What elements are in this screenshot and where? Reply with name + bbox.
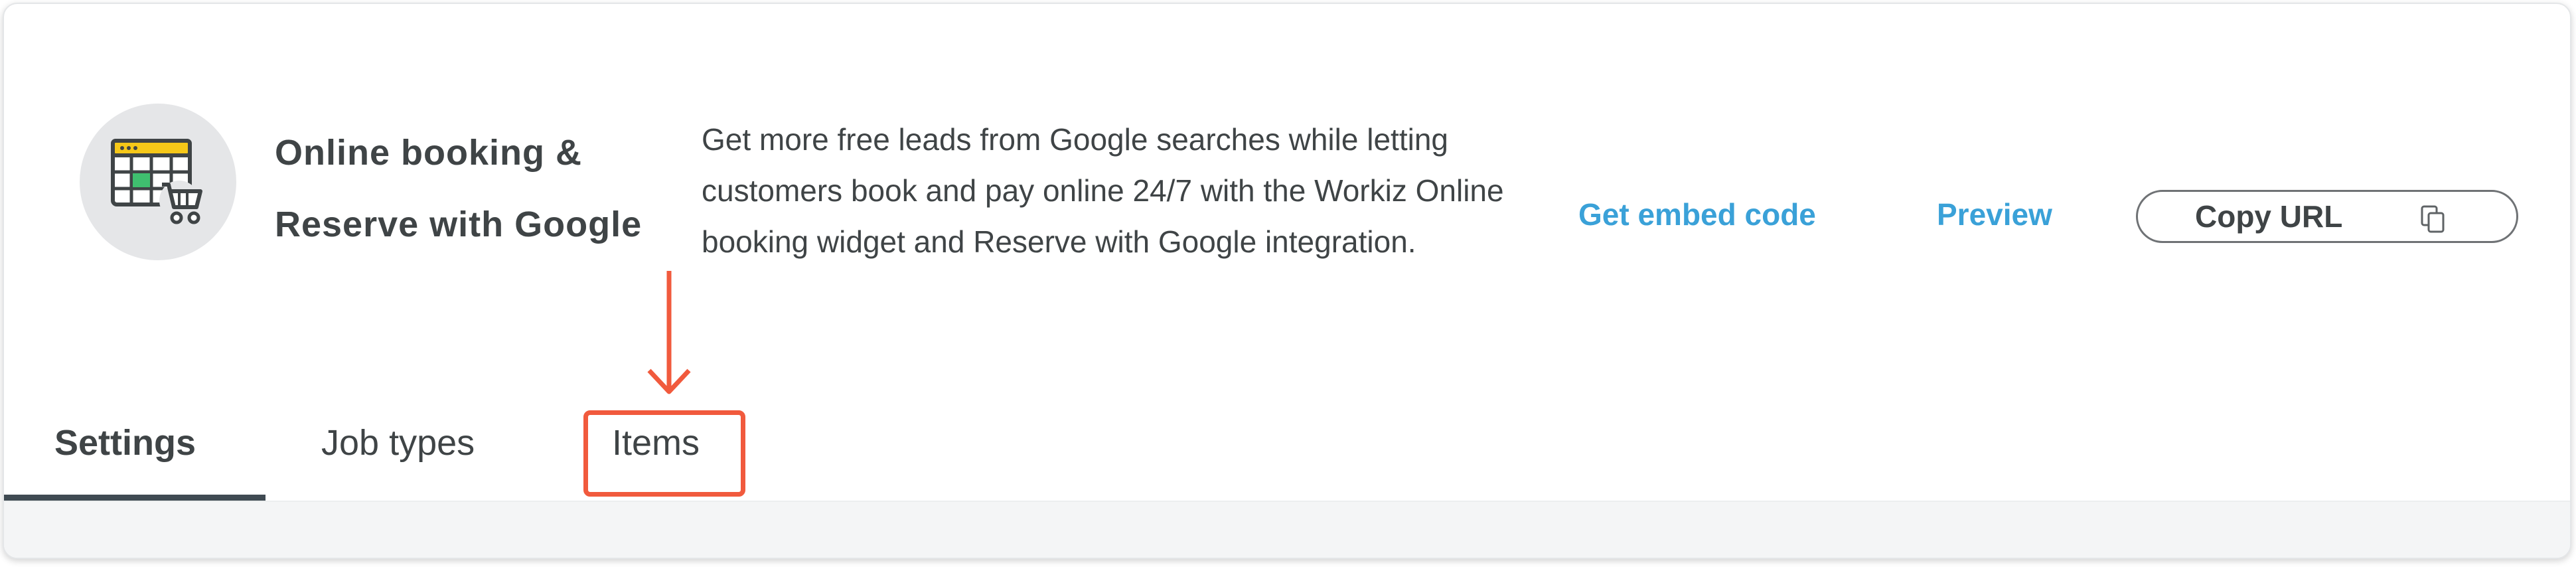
- preview-button[interactable]: Preview: [1937, 197, 2052, 232]
- feature-description: Get more free leads from Google searches…: [702, 122, 1504, 259]
- arrow-down-icon: [647, 271, 691, 394]
- feature-title: Online booking & Reserve with Google: [275, 117, 673, 260]
- feature-title-line1: Online booking &: [275, 133, 582, 173]
- booking-card: Online booking & Reserve with Google Get…: [3, 3, 2571, 559]
- content-area: [4, 501, 2570, 558]
- tab-bar: Settings Job types Items: [4, 406, 2570, 501]
- calendar-cart-icon: [111, 139, 202, 224]
- copy-url-label: Copy URL: [2195, 199, 2343, 234]
- online-booking-logo: [80, 104, 236, 260]
- copy-icon: [2421, 205, 2445, 233]
- copy-url-button[interactable]: Copy URL: [2136, 190, 2518, 243]
- tab-job-types[interactable]: Job types: [321, 422, 475, 463]
- tab-settings[interactable]: Settings: [54, 422, 196, 463]
- feature-title-line2: Reserve with Google: [275, 204, 643, 244]
- items-tab-highlight: [583, 410, 745, 497]
- get-embed-code-button[interactable]: Get embed code: [1578, 197, 1816, 232]
